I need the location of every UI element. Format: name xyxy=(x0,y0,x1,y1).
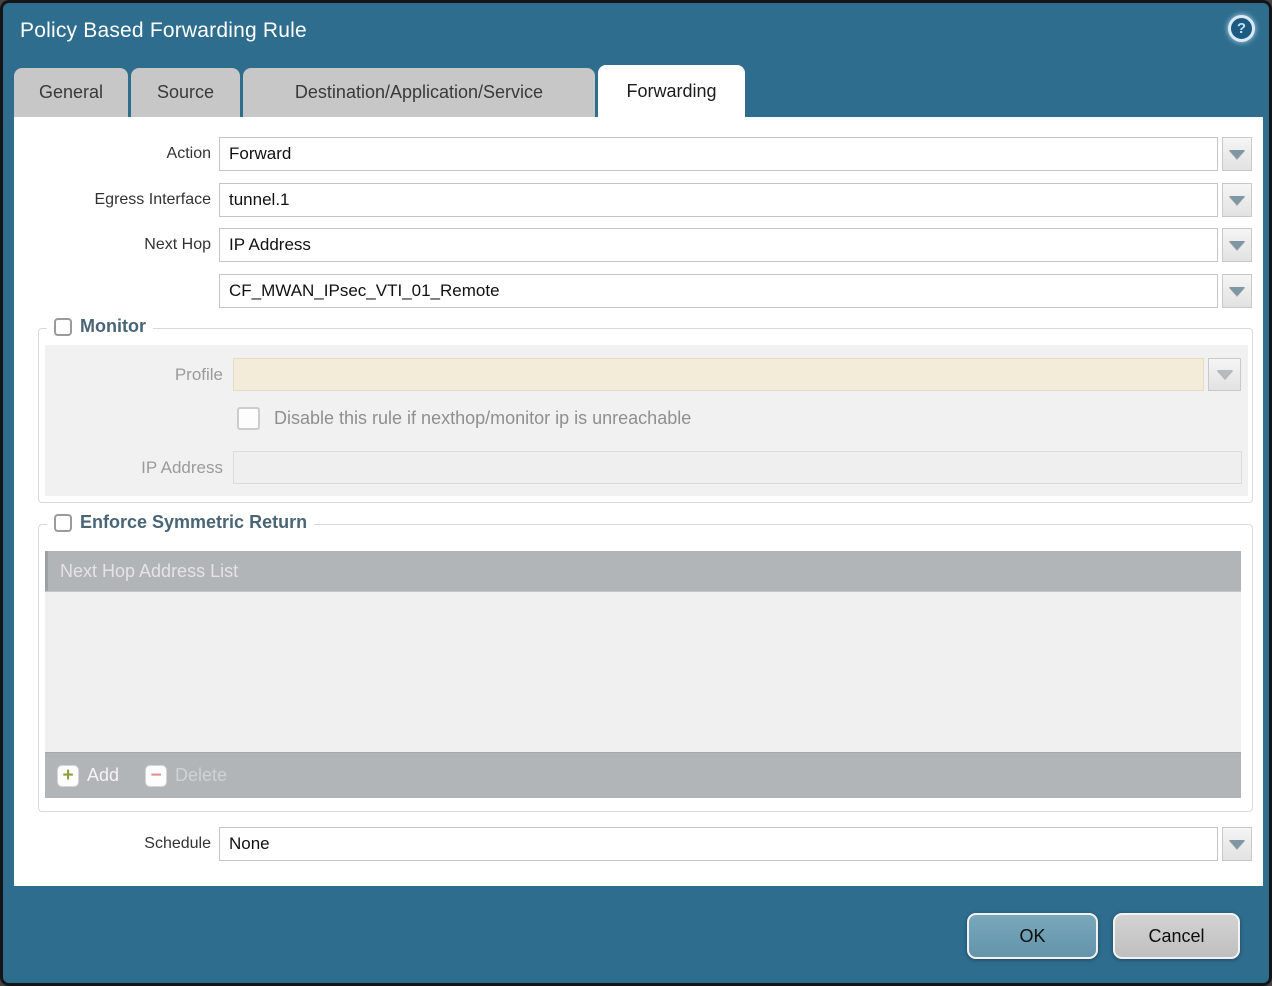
disable-rule-checkbox xyxy=(237,407,260,430)
tab-general[interactable]: General xyxy=(14,68,128,117)
next-hop-dropdown-button[interactable] xyxy=(1222,228,1252,262)
next-hop-address-list-header: Next Hop Address List xyxy=(45,551,1241,591)
disable-rule-label: Disable this rule if nexthop/monitor ip … xyxy=(274,408,691,429)
next-hop-label: Next Hop xyxy=(14,228,211,262)
profile-label: Profile xyxy=(45,358,223,391)
egress-interface-dropdown-button[interactable] xyxy=(1222,183,1252,217)
minus-icon: − xyxy=(145,765,167,787)
ok-button[interactable]: OK xyxy=(967,913,1098,959)
monitor-legend: Monitor xyxy=(47,316,153,337)
monitor-ip-address-field xyxy=(233,451,1242,484)
egress-interface-label: Egress Interface xyxy=(14,183,211,217)
add-button[interactable]: + Add xyxy=(57,765,119,787)
forwarding-tab-panel: Action Forward Egress Interface tunnel.1… xyxy=(14,117,1263,886)
enforce-symmetric-return-checkbox[interactable] xyxy=(54,514,72,532)
policy-based-forwarding-dialog: Policy Based Forwarding Rule ? General S… xyxy=(0,0,1272,986)
monitor-legend-label: Monitor xyxy=(80,316,146,337)
monitor-group: Monitor Profile Disable this rule if nex… xyxy=(38,328,1253,503)
dialog-title: Policy Based Forwarding Rule xyxy=(20,19,307,43)
monitor-checkbox[interactable] xyxy=(54,318,72,336)
next-hop-address-table: Next Hop Address List + Add − Delete xyxy=(45,551,1241,798)
add-button-label: Add xyxy=(87,765,119,786)
next-hop-field[interactable]: IP Address xyxy=(219,228,1218,262)
monitor-panel: Profile Disable this rule if nexthop/mon… xyxy=(45,345,1248,496)
next-hop-address-dropdown-button[interactable] xyxy=(1222,274,1252,308)
next-hop-address-toolbar: + Add − Delete xyxy=(45,752,1241,798)
enforce-symmetric-return-group: Enforce Symmetric Return Next Hop Addres… xyxy=(38,524,1253,812)
plus-icon: + xyxy=(57,765,79,787)
screen: Policy Based Forwarding Rule ? General S… xyxy=(0,0,1272,986)
action-label: Action xyxy=(14,137,211,171)
monitor-ip-address-label: IP Address xyxy=(45,451,223,484)
tab-destination-application-service[interactable]: Destination/Application/Service xyxy=(243,68,595,117)
delete-button: − Delete xyxy=(145,765,227,787)
schedule-field[interactable]: None xyxy=(219,827,1218,861)
enforce-symmetric-return-label: Enforce Symmetric Return xyxy=(80,512,307,533)
disable-rule-row: Disable this rule if nexthop/monitor ip … xyxy=(237,407,691,430)
profile-dropdown-button xyxy=(1208,358,1241,391)
action-dropdown-button[interactable] xyxy=(1222,137,1252,171)
action-field[interactable]: Forward xyxy=(219,137,1218,171)
schedule-label: Schedule xyxy=(14,827,211,861)
cancel-button[interactable]: Cancel xyxy=(1113,913,1240,959)
tab-bar: General Source Destination/Application/S… xyxy=(14,68,745,117)
tab-forwarding[interactable]: Forwarding xyxy=(598,65,745,117)
enforce-symmetric-return-legend: Enforce Symmetric Return xyxy=(47,512,314,533)
schedule-dropdown-button[interactable] xyxy=(1222,827,1252,861)
profile-field xyxy=(233,358,1204,391)
help-icon[interactable]: ? xyxy=(1228,15,1255,42)
tab-source[interactable]: Source xyxy=(131,68,240,117)
delete-button-label: Delete xyxy=(175,765,227,786)
next-hop-address-list-body xyxy=(45,591,1241,752)
next-hop-address-field[interactable]: CF_MWAN_IPsec_VTI_01_Remote xyxy=(219,274,1218,308)
egress-interface-field[interactable]: tunnel.1 xyxy=(219,183,1218,217)
